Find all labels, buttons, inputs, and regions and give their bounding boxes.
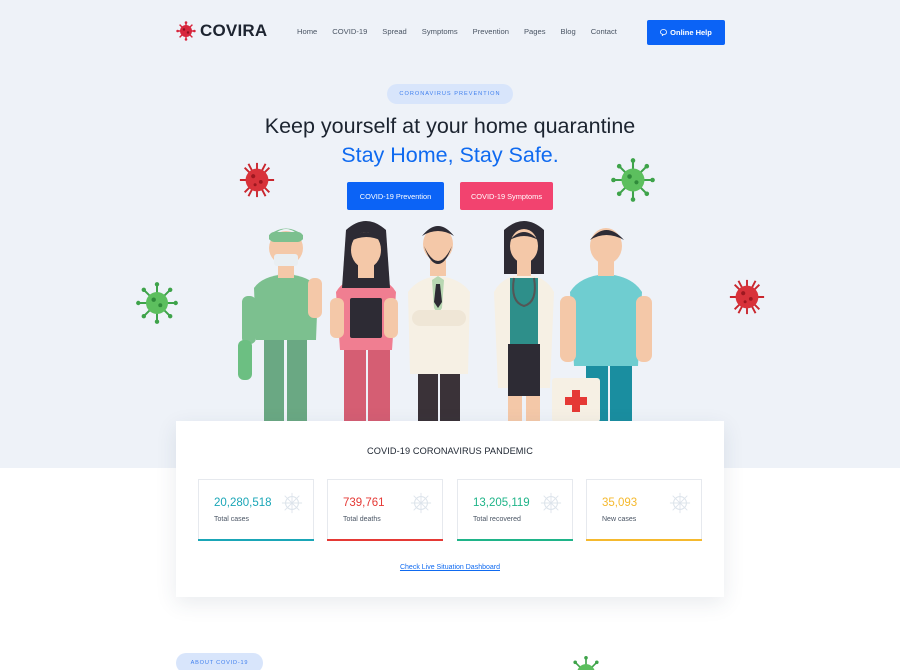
red-virus-icon: [729, 279, 765, 315]
nurse-figure: [330, 221, 398, 422]
stat-value: 739,761: [343, 497, 385, 509]
stat-value: 13,205,119: [473, 497, 530, 509]
brand-name: COVIRA: [200, 21, 268, 40]
chat-icon: [660, 29, 668, 36]
nav-item-contact[interactable]: Contact: [591, 27, 617, 36]
nav-item-blog[interactable]: Blog: [561, 27, 576, 36]
nav-item-spread[interactable]: Spread: [382, 27, 407, 36]
medical-staff-illustration: [238, 221, 652, 422]
hero-tag: CORONAVIRUS PREVENTION: [387, 84, 513, 104]
stat-total-recovered: 13,205,119 Total recovered: [457, 479, 573, 541]
stat-label: Total deaths: [343, 516, 381, 523]
live-dashboard-link[interactable]: Check Live Situation Dashboard: [176, 564, 724, 571]
nav-item-prevention[interactable]: Prevention: [473, 27, 509, 36]
hero-title: Keep yourself at your home quarantine: [264, 114, 636, 138]
doctor-figure: [408, 226, 470, 422]
green-virus-icon: [573, 656, 599, 670]
female-doctor-figure: [494, 221, 554, 422]
virus-watermark-icon: [410, 492, 432, 514]
online-help-label: Online Help: [670, 28, 712, 37]
stat-new-cases: 35,093 New cases: [586, 479, 702, 541]
stat-label: Total recovered: [473, 516, 521, 523]
nav-item-symptoms[interactable]: Symptoms: [422, 27, 458, 36]
nav-item-covid-19[interactable]: COVID-19: [332, 27, 367, 36]
stat-total-cases: 20,280,518 Total cases: [198, 479, 314, 541]
covid-prevention-button[interactable]: COVID-19 Prevention: [347, 182, 444, 210]
green-virus-icon: [611, 158, 655, 202]
stat-total-deaths: 739,761 Total deaths: [327, 479, 443, 541]
virus-watermark-icon: [281, 492, 303, 514]
stat-accent-bar: [327, 539, 443, 541]
surgeon-figure: [238, 228, 322, 422]
virus-watermark-icon: [540, 492, 562, 514]
stat-label: New cases: [602, 516, 637, 523]
stat-accent-bar: [457, 539, 573, 541]
stat-value: 20,280,518: [214, 497, 272, 509]
online-help-button[interactable]: Online Help: [647, 20, 725, 45]
stat-label: Total cases: [214, 516, 250, 523]
covid-symptoms-button[interactable]: COVID-19 Symptoms: [460, 182, 553, 210]
about-tag: ABOUT COVID-19: [176, 653, 263, 670]
stat-accent-bar: [198, 539, 314, 541]
virus-watermark-icon: [669, 492, 691, 514]
male-nurse-figure: [552, 228, 652, 422]
logo[interactable]: COVIRA: [176, 21, 267, 41]
nav-item-home[interactable]: Home: [297, 27, 317, 36]
stat-value: 35,093: [602, 497, 638, 509]
nav-item-pages[interactable]: Pages: [524, 27, 546, 36]
main-nav: Home COVID-19 Spread Symptoms Prevention…: [297, 27, 632, 36]
stat-accent-bar: [586, 539, 702, 541]
red-virus-icon: [239, 162, 275, 198]
site-header: COVIRA Home COVID-19 Spread Symptoms Pre…: [0, 0, 900, 66]
green-virus-icon: [136, 282, 178, 324]
hero-subtitle: Stay Home, Stay Safe.: [341, 143, 559, 167]
virus-logo-icon: [176, 21, 196, 41]
pandemic-stats-card: COVID-19 CORONAVIRUS PANDEMIC 20,280,518…: [176, 421, 724, 597]
stats-title: COVID-19 CORONAVIRUS PANDEMIC: [367, 446, 533, 456]
